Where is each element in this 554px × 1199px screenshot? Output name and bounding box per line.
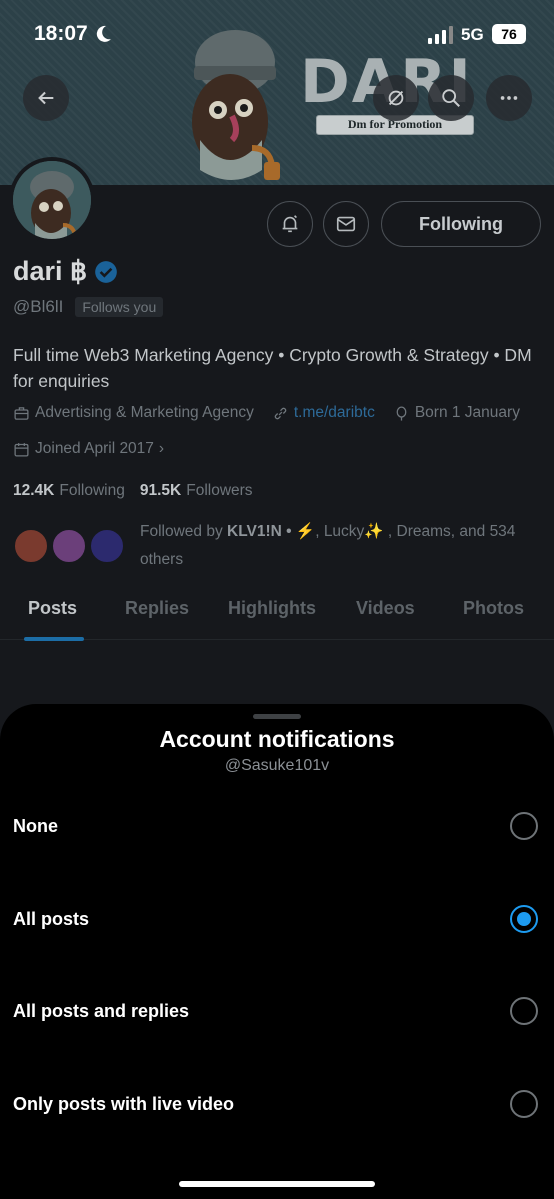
joined-item[interactable]: Joined April 2017 › [13,440,164,458]
verified-icon[interactable] [93,259,119,285]
follower-avatar [89,528,125,564]
network-type: 5G [461,25,484,44]
category-text: Advertising & Marketing Agency [35,404,254,421]
followed-by-names: KLV1!N • ⚡ [227,523,316,540]
briefcase-icon [14,406,29,420]
option-label: All posts [13,909,90,929]
mail-icon [336,216,356,232]
website-link[interactable]: t.me/daribtc [294,404,375,422]
message-button[interactable] [323,201,369,247]
chevron-right-icon: › [158,440,165,457]
calendar-icon [14,442,29,457]
sheet-subtitle: @Sasuke101v [224,757,330,774]
option-live-video[interactable]: Only posts with live video [0,1075,554,1135]
following-button[interactable]: Following [381,201,541,247]
avatar-illustration [13,161,91,239]
option-label: Only posts with live video [13,1094,235,1114]
sheet-title: Account notifications [159,726,395,752]
active-tab-indicator [24,637,84,641]
link-icon [274,407,287,419]
handle-row: @Bl6lI Follows you [13,297,164,317]
birthday-item: Born 1 January [393,404,520,422]
birthday-text: Born 1 January [414,404,520,421]
status-time: 18:07 [34,22,88,45]
more-button[interactable] [486,75,532,121]
radio-button[interactable] [510,1090,538,1118]
profile-name: dari ฿ [13,256,88,286]
followers-label[interactable]: Followers [186,482,252,500]
profile-bio: Full time Web3 Marketing Agency • Crypto… [13,345,532,391]
profile-name-row: dari ฿ [13,256,119,287]
follower-avatar [13,528,49,564]
tab-videos[interactable]: Videos [356,598,415,619]
mute-icon [388,90,404,106]
search-button[interactable] [428,75,474,121]
focus-moon-icon [96,25,111,42]
followed-by-text: Followed by KLV1!N • ⚡, Lucky✨ , Dreams,… [140,518,540,574]
follow-counts: 12.4K Following 91.5K Followers [13,482,253,500]
avatar[interactable] [9,157,95,243]
more-icon [500,96,518,100]
joined-row: Joined April 2017 › [13,440,182,458]
option-label: None [13,816,58,836]
radio-button[interactable] [510,997,538,1025]
back-arrow-icon [38,91,54,105]
option-all-posts-and-replies[interactable]: All posts and replies [0,982,554,1042]
tab-photos[interactable]: Photos [463,598,524,619]
option-label: All posts and replies [13,1001,190,1021]
battery-indicator: 76 [492,24,526,44]
home-indicator[interactable] [179,1181,375,1187]
profile-meta-row: Advertising & Marketing Agency t.me/dari… [13,404,538,422]
followed-by-prefix: Followed by [140,523,223,540]
notification-bell-icon [282,215,298,233]
signal-icon [428,26,453,44]
search-icon [442,89,460,107]
joined-text: Joined April 2017 [35,440,154,457]
status-bar: 18:07 5G 76 [0,0,554,70]
mute-button[interactable] [373,75,419,121]
balloon-icon [396,405,407,421]
followers-count[interactable]: 91.5K [140,482,181,500]
profile-handle: @Bl6lI [13,297,64,316]
back-button[interactable] [23,75,69,121]
sheet-grabber[interactable] [253,714,301,719]
profile-tabs: Posts Replies Highlights Videos Photos [0,590,554,640]
option-none[interactable]: None [0,797,554,857]
following-label[interactable]: Following [59,482,124,500]
follower-avatar [51,528,87,564]
tab-posts[interactable]: Posts [28,598,77,619]
following-count[interactable]: 12.4K [13,482,54,500]
follows-you-badge: Follows you [75,297,164,317]
radio-button-selected[interactable] [510,905,538,933]
category-item: Advertising & Marketing Agency [13,404,254,422]
option-all-posts[interactable]: All posts [0,890,554,950]
radio-button[interactable] [510,812,538,840]
tab-replies[interactable]: Replies [125,598,189,619]
notifications-button[interactable] [267,201,313,247]
website-item[interactable]: t.me/daribtc [272,404,375,422]
account-notifications-sheet: Account notifications @Sasuke101v None A… [0,704,554,1199]
tab-highlights[interactable]: Highlights [228,598,316,619]
